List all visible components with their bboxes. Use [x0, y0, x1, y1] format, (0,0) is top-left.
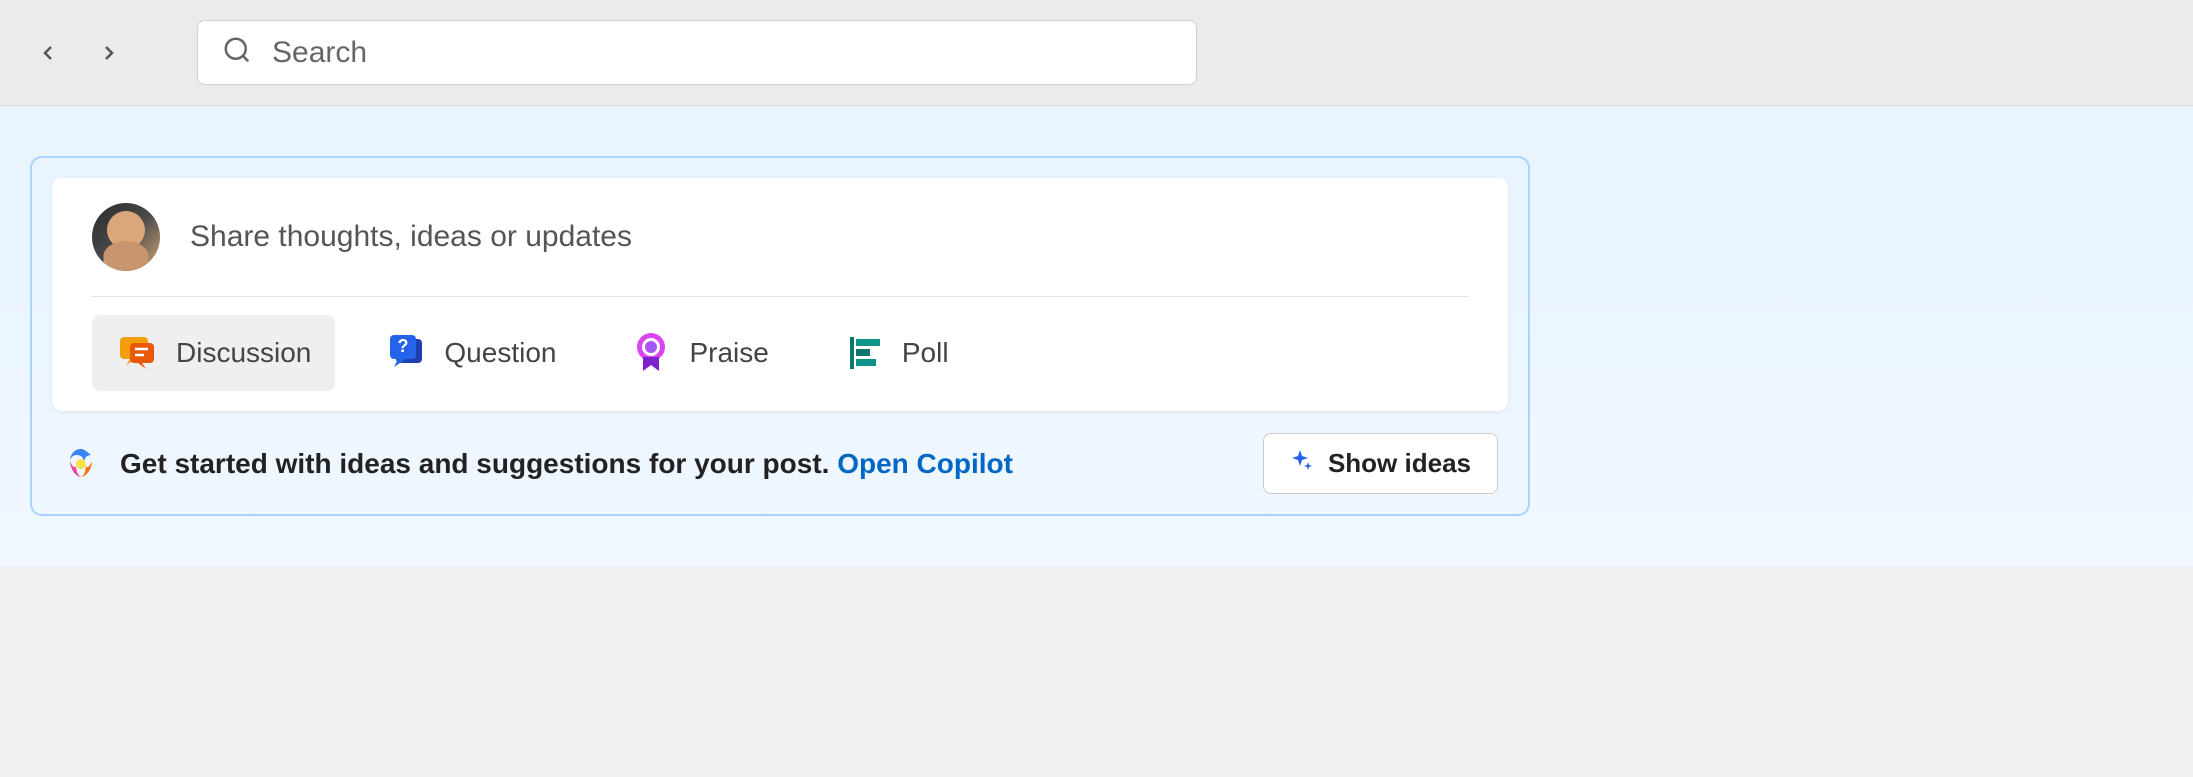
copilot-row: Get started with ideas and suggestions f…: [52, 411, 1508, 494]
content-area: Discussion ? Question: [0, 106, 2193, 566]
compose-card: Discussion ? Question: [52, 178, 1508, 411]
post-type-label: Question: [444, 337, 556, 369]
copilot-prompt: Get started with ideas and suggestions f…: [62, 445, 1013, 483]
discussion-icon: [116, 331, 160, 375]
copilot-text: Get started with ideas and suggestions f…: [120, 448, 1013, 480]
compose-panel: Discussion ? Question: [30, 156, 1530, 516]
search-container[interactable]: [197, 20, 1197, 85]
post-type-discussion[interactable]: Discussion: [92, 315, 335, 391]
post-type-label: Poll: [902, 337, 949, 369]
open-copilot-link[interactable]: Open Copilot: [837, 448, 1013, 479]
post-type-poll[interactable]: Poll: [818, 315, 973, 391]
search-icon: [222, 35, 252, 70]
praise-icon: [629, 331, 673, 375]
poll-icon: [842, 331, 886, 375]
forward-button[interactable]: [91, 35, 127, 71]
header-bar: [0, 0, 2193, 106]
avatar[interactable]: [92, 203, 160, 271]
search-input[interactable]: [272, 36, 1172, 70]
post-types: Discussion ? Question: [92, 315, 1468, 391]
sparkle-icon: [1290, 448, 1314, 479]
svg-text:?: ?: [398, 336, 409, 356]
copilot-icon: [62, 445, 100, 483]
show-ideas-button[interactable]: Show ideas: [1263, 433, 1498, 494]
post-type-question[interactable]: ? Question: [360, 315, 580, 391]
compose-header: [92, 203, 1468, 297]
back-button[interactable]: [30, 35, 66, 71]
nav-arrows: [20, 35, 127, 71]
compose-input[interactable]: [190, 220, 1468, 254]
question-icon: ?: [384, 331, 428, 375]
post-type-label: Praise: [689, 337, 768, 369]
show-ideas-label: Show ideas: [1328, 448, 1471, 479]
post-type-label: Discussion: [176, 337, 311, 369]
copilot-prompt-text: Get started with ideas and suggestions f…: [120, 448, 837, 479]
post-type-praise[interactable]: Praise: [605, 315, 792, 391]
